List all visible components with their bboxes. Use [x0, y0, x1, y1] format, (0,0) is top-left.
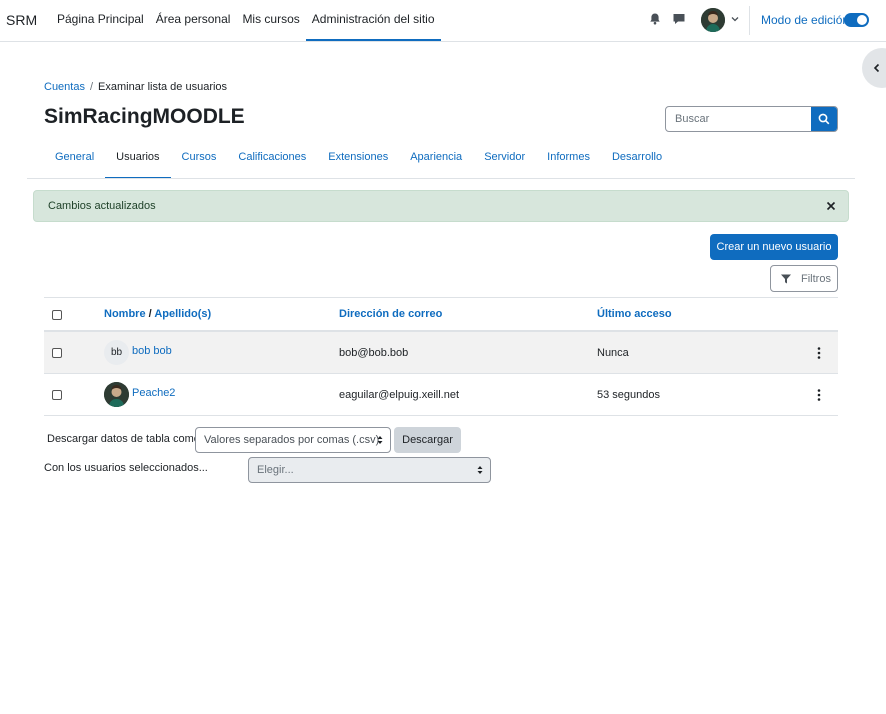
download-label: Descargar datos de tabla como	[47, 433, 200, 445]
open-block-drawer-button[interactable]	[862, 48, 886, 88]
tab-server[interactable]: Servidor	[473, 143, 536, 179]
bulk-action-select[interactable]: Elegir...	[248, 457, 491, 483]
sort-by-email[interactable]: Dirección de correo	[339, 308, 442, 320]
primary-navigation: Página Principal Área personal Mis curso…	[51, 0, 441, 41]
download-button[interactable]: Descargar	[394, 427, 461, 453]
navbar-divider	[749, 6, 750, 35]
tab-plugins[interactable]: Extensiones	[317, 143, 399, 179]
alert-message: Cambios actualizados	[48, 200, 156, 212]
search-button[interactable]	[811, 107, 837, 131]
tabs-divider	[27, 178, 855, 179]
tab-grades[interactable]: Calificaciones	[227, 143, 317, 179]
row-checkbox[interactable]	[52, 348, 62, 358]
tab-appearance[interactable]: Apariencia	[399, 143, 473, 179]
user-last-access: 53 segundos	[597, 389, 660, 401]
nav-my-courses[interactable]: Mis cursos	[236, 0, 305, 41]
select-all-checkbox[interactable]	[52, 310, 62, 320]
search-icon	[818, 113, 830, 125]
sort-by-surname[interactable]: Apellido(s)	[154, 308, 211, 320]
tab-reports[interactable]: Informes	[536, 143, 601, 179]
user-email: eaguilar@elpuig.xeill.net	[339, 389, 460, 401]
nav-dashboard[interactable]: Área personal	[150, 0, 237, 41]
download-format-select[interactable]: Valores separados por comas (.csv)	[195, 427, 391, 453]
breadcrumb-accounts[interactable]: Cuentas	[44, 81, 85, 93]
name-header: Nombre / Apellido(s)	[104, 308, 211, 320]
table-header: Nombre / Apellido(s) Dirección de correo…	[44, 297, 838, 332]
success-alert: Cambios actualizados	[33, 190, 849, 222]
site-brand[interactable]: SRM	[6, 12, 37, 28]
bulk-action-label: Con los usuarios seleccionados...	[44, 462, 208, 474]
table-row: bb bob bob bob@bob.bob Nunca	[44, 332, 838, 374]
filters-label: Filtros	[801, 273, 831, 285]
more-actions-icon[interactable]	[817, 388, 821, 402]
edit-mode-label: Modo de edición	[761, 13, 850, 27]
user-last-access: Nunca	[597, 347, 629, 359]
tab-users[interactable]: Usuarios	[105, 143, 171, 179]
filter-icon	[781, 274, 791, 284]
download-format-value: Valores separados por comas (.csv)	[204, 434, 380, 446]
page-title: SimRacingMOODLE	[44, 105, 245, 128]
bell-icon[interactable]	[648, 12, 662, 26]
user-name-link[interactable]: bob bob	[132, 345, 172, 357]
chevron-down-icon[interactable]	[730, 14, 740, 24]
close-icon[interactable]	[824, 199, 838, 213]
top-navbar: SRM Página Principal Área personal Mis c…	[0, 0, 886, 42]
admin-tabs: General Usuarios Cursos Calificaciones E…	[44, 143, 673, 179]
select-arrows-icon	[477, 466, 483, 474]
user-name-link[interactable]: Peache2	[132, 387, 175, 399]
tab-development[interactable]: Desarrollo	[601, 143, 673, 179]
breadcrumb-separator: /	[89, 81, 94, 93]
edit-mode-toggle[interactable]	[844, 13, 869, 27]
header-separator: /	[145, 308, 155, 320]
breadcrumb: Cuentas / Examinar lista de usuarios	[44, 81, 227, 93]
sort-by-name[interactable]: Nombre	[104, 308, 146, 320]
select-arrows-icon	[377, 436, 383, 444]
breadcrumb-current: Examinar lista de usuarios	[98, 81, 228, 93]
row-checkbox[interactable]	[52, 390, 62, 400]
nav-site-admin[interactable]: Administración del sitio	[305, 0, 441, 41]
user-initials-avatar: bb	[104, 340, 129, 365]
user-avatar[interactable]	[701, 8, 725, 32]
table-row: Peache2 eaguilar@elpuig.xeill.net 53 seg…	[44, 374, 838, 416]
tab-general[interactable]: General	[44, 143, 105, 179]
filters-button[interactable]: Filtros	[770, 265, 838, 292]
create-user-button[interactable]: Crear un nuevo usuario	[710, 234, 838, 260]
more-actions-icon[interactable]	[817, 346, 821, 360]
chevron-left-icon	[873, 63, 880, 73]
chat-icon[interactable]	[672, 12, 686, 26]
tab-courses[interactable]: Cursos	[171, 143, 228, 179]
admin-search	[665, 106, 838, 132]
user-photo-avatar	[104, 382, 129, 407]
user-email: bob@bob.bob	[339, 347, 409, 359]
bulk-action-value: Elegir...	[257, 464, 294, 476]
sort-by-last-access[interactable]: Último acceso	[597, 308, 672, 320]
nav-home[interactable]: Página Principal	[51, 0, 150, 41]
search-input[interactable]	[666, 107, 813, 131]
